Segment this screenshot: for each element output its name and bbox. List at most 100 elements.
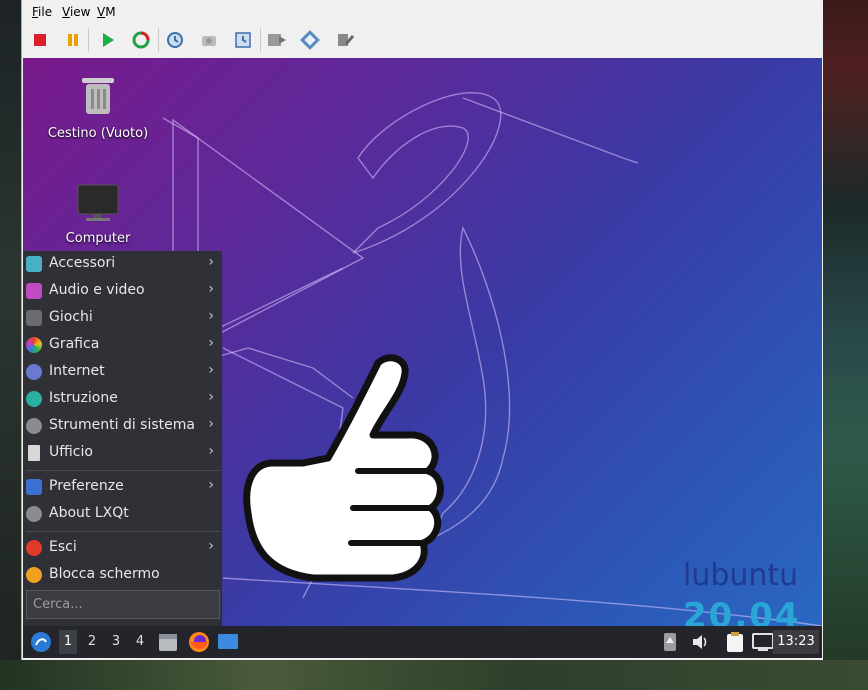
menu-file[interactable]: File xyxy=(32,5,52,19)
menu-item-label: Giochi xyxy=(49,309,93,325)
snapshot-manager-icon[interactable] xyxy=(230,27,256,53)
menu-item-strumenti-di-sistema[interactable]: Strumenti di sistema › xyxy=(23,413,222,440)
toolbar-separator xyxy=(158,28,159,52)
chevron-right-icon: › xyxy=(208,362,214,378)
chevron-right-icon: › xyxy=(208,281,214,297)
chevron-right-icon: › xyxy=(208,335,214,351)
toolbar-separator xyxy=(88,28,89,52)
workspace-4[interactable]: 4 xyxy=(131,634,149,649)
info-icon xyxy=(26,506,42,522)
menu-item-label: Grafica xyxy=(49,336,100,352)
toolbar-separator xyxy=(260,28,261,52)
settings-icon[interactable] xyxy=(298,27,324,53)
menu-item-label: Internet xyxy=(49,363,105,379)
menu-item-label: Preferenze xyxy=(49,478,124,494)
network-icon xyxy=(752,633,774,651)
system-tools-icon xyxy=(26,418,42,434)
menu-view[interactable]: View xyxy=(62,5,90,19)
vm-window: File View VM Cestino (Vuoto) Computer lu… xyxy=(21,0,823,660)
power-icon xyxy=(26,540,42,556)
pause-icon[interactable] xyxy=(60,27,86,53)
menu-separator xyxy=(26,531,220,532)
tools-icon[interactable] xyxy=(332,27,358,53)
stop-icon[interactable] xyxy=(27,27,53,53)
menu-item-esci[interactable]: Esci › xyxy=(23,535,222,562)
host-taskbar xyxy=(0,660,868,690)
desktop-icon-label: Computer xyxy=(65,231,131,246)
send-keys-icon[interactable] xyxy=(264,27,290,53)
firefox-icon xyxy=(189,632,209,652)
menu-item-accessori[interactable]: Accessori › xyxy=(23,251,222,278)
menu-separator xyxy=(26,470,220,471)
menu-vm[interactable]: VM xyxy=(97,5,116,19)
start-menu: Accessori › Audio e video › Giochi › Gra… xyxy=(23,251,222,626)
tray-volume[interactable] xyxy=(691,633,709,655)
tray-updates[interactable] xyxy=(663,632,677,656)
file-manager-launcher[interactable] xyxy=(157,631,179,657)
education-icon xyxy=(26,391,42,407)
desktop-icon-label: Cestino (Vuoto) xyxy=(47,126,149,141)
chevron-right-icon: › xyxy=(208,538,214,554)
start-menu-button[interactable] xyxy=(29,630,53,654)
file-manager-icon xyxy=(159,634,177,651)
menu-item-ufficio[interactable]: Ufficio › xyxy=(23,440,222,467)
office-icon xyxy=(28,445,40,461)
menu-item-label: Blocca schermo xyxy=(49,566,160,582)
menu-item-audio-video[interactable]: Audio e video › xyxy=(23,278,222,305)
update-notifier-icon xyxy=(664,633,676,651)
workspace-3[interactable]: 3 xyxy=(107,634,125,649)
menu-search-box xyxy=(26,590,220,619)
menu-item-giochi[interactable]: Giochi › xyxy=(23,305,222,332)
menu-search-input[interactable] xyxy=(27,591,215,618)
taskbar-clock[interactable]: 13:23 xyxy=(773,630,819,654)
volume-icon xyxy=(693,635,707,649)
chevron-right-icon: › xyxy=(208,416,214,432)
menu-item-blocca-schermo[interactable]: Blocca schermo xyxy=(23,562,222,589)
firefox-launcher[interactable] xyxy=(187,630,211,658)
menu-item-label: Accessori xyxy=(49,255,116,271)
snapshot-icon[interactable] xyxy=(162,27,188,53)
reset-icon[interactable] xyxy=(128,27,154,53)
show-desktop-button[interactable] xyxy=(217,633,239,655)
chevron-right-icon: › xyxy=(208,389,214,405)
host-desktop-left xyxy=(0,0,22,690)
vm-toolbar xyxy=(22,24,823,56)
lubuntu-version: 20.04 xyxy=(683,596,801,626)
menu-item-preferenze[interactable]: Preferenze › xyxy=(23,474,222,501)
internet-icon xyxy=(26,364,42,380)
menu-item-grafica[interactable]: Grafica › xyxy=(23,332,222,359)
workspace-2[interactable]: 2 xyxy=(83,634,101,649)
tray-clipboard[interactable] xyxy=(725,631,745,657)
menu-item-internet[interactable]: Internet › xyxy=(23,359,222,386)
chevron-right-icon: › xyxy=(208,477,214,493)
tray-network[interactable] xyxy=(752,632,774,656)
workspace-1[interactable]: 1 xyxy=(59,630,77,654)
guest-taskbar: 1 2 3 4 13:23 xyxy=(23,626,822,658)
audio-video-icon xyxy=(26,283,42,299)
lock-icon xyxy=(26,567,42,583)
snapshot-disabled-icon[interactable] xyxy=(196,27,222,53)
accessories-icon xyxy=(26,256,42,272)
desktop-icon xyxy=(218,634,238,649)
clipboard-icon xyxy=(727,632,743,652)
games-icon xyxy=(26,310,42,326)
lubuntu-logo-text: lubuntu xyxy=(683,558,799,593)
desktop-icon-computer[interactable]: Computer xyxy=(43,183,153,246)
menu-item-istruzione[interactable]: Istruzione › xyxy=(23,386,222,413)
menu-item-label: Audio e video xyxy=(49,282,145,298)
menu-item-label: Strumenti di sistema xyxy=(49,417,195,433)
trash-icon xyxy=(82,78,114,114)
lubuntu-logo-icon xyxy=(31,632,51,652)
chevron-right-icon: › xyxy=(208,254,214,270)
play-icon[interactable] xyxy=(95,27,121,53)
menu-item-label: Ufficio xyxy=(49,444,93,460)
chevron-right-icon: › xyxy=(208,443,214,459)
graphics-icon xyxy=(26,337,42,353)
chevron-right-icon: › xyxy=(208,308,214,324)
menu-item-about-lxqt[interactable]: About LXQt xyxy=(23,501,222,528)
menu-item-label: Esci xyxy=(49,539,77,555)
computer-icon xyxy=(77,184,119,221)
guest-desktop: Cestino (Vuoto) Computer lubuntu 20.04 A… xyxy=(23,58,822,626)
host-desktop-right xyxy=(822,0,868,690)
desktop-icon-trash[interactable]: Cestino (Vuoto) xyxy=(43,74,153,141)
